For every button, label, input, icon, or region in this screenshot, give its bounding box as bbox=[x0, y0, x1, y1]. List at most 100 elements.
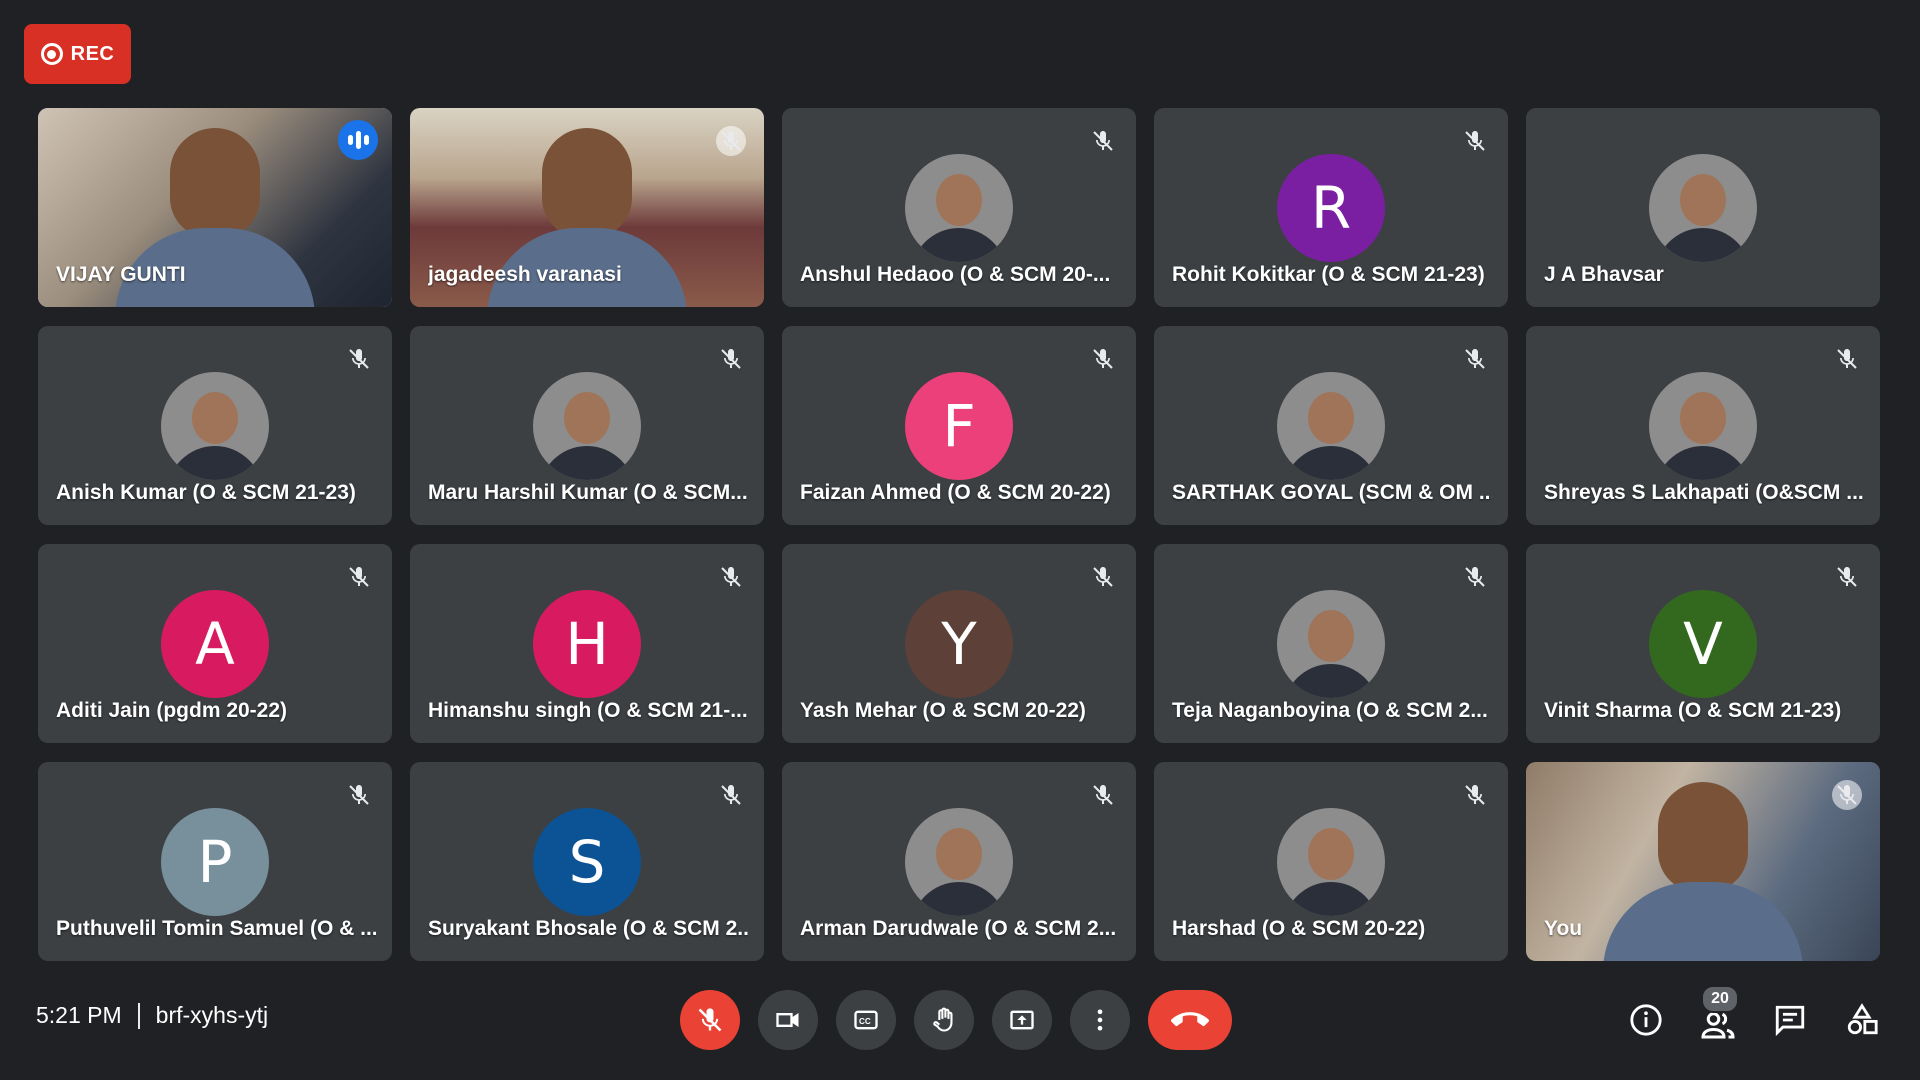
participant-tile[interactable]: jagadeesh varanasi bbox=[410, 108, 764, 307]
recording-label: REC bbox=[70, 42, 115, 65]
leave-call-button[interactable] bbox=[1148, 990, 1232, 1050]
more-options-button[interactable] bbox=[1070, 990, 1130, 1050]
participant-grid: VIJAY GUNTI jagadeesh varanasi Anshul Heda… bbox=[38, 108, 1880, 961]
avatar-photo bbox=[161, 372, 269, 480]
avatar-photo bbox=[1277, 372, 1385, 480]
chat-button[interactable] bbox=[1768, 993, 1812, 1047]
people-count-badge: 20 bbox=[1701, 985, 1739, 1013]
avatar-initial: V bbox=[1649, 590, 1757, 698]
participant-name: SARTHAK GOYAL (SCM & OM ... bbox=[1172, 481, 1492, 504]
meeting-code: brf-xyhs-ytj bbox=[155, 1002, 269, 1028]
bottom-bar: 5:21 PM brf-xyhs-ytj CC 20 bbox=[0, 975, 1920, 1065]
participant-tile[interactable]: You bbox=[1526, 762, 1880, 961]
participant-tile[interactable]: P Puthuvelil Tomin Samuel (O & ... bbox=[38, 762, 392, 961]
participant-name: Himanshu singh (O & SCM 21-... bbox=[428, 699, 748, 722]
captions-icon: CC bbox=[854, 1010, 878, 1030]
mic-off-icon bbox=[716, 780, 746, 810]
chat-icon bbox=[1775, 1005, 1805, 1037]
camera-icon bbox=[776, 1013, 799, 1027]
mic-off-icon bbox=[716, 126, 746, 156]
info-icon bbox=[1630, 1004, 1662, 1036]
participant-name: Suryakant Bhosale (O & SCM 2... bbox=[428, 917, 748, 940]
participant-name: Arman Darudwale (O & SCM 2... bbox=[800, 917, 1117, 940]
people-button[interactable]: 20 bbox=[1696, 985, 1740, 1047]
participant-tile[interactable]: Y Yash Mehar (O & SCM 20-22) bbox=[782, 544, 1136, 743]
participant-name: Anshul Hedaoo (O & SCM 20-... bbox=[800, 263, 1111, 286]
avatar-initial: H bbox=[533, 590, 641, 698]
participant-tile[interactable]: F Faizan Ahmed (O & SCM 20-22) bbox=[782, 326, 1136, 525]
hand-icon bbox=[933, 1007, 953, 1032]
side-panel-controls: 20 bbox=[1624, 985, 1884, 1047]
call-controls: CC bbox=[680, 990, 1232, 1050]
participant-tile[interactable]: Harshad (O & SCM 20-22) bbox=[1154, 762, 1508, 961]
hang-up-icon bbox=[1171, 1012, 1209, 1027]
meeting-info: 5:21 PM brf-xyhs-ytj bbox=[36, 1002, 268, 1029]
avatar-initial: S bbox=[533, 808, 641, 916]
participant-name: Yash Mehar (O & SCM 20-22) bbox=[800, 699, 1086, 722]
participant-name: VIJAY GUNTI bbox=[56, 263, 186, 286]
activities-icon bbox=[1847, 1003, 1878, 1035]
mic-off-icon bbox=[1460, 562, 1490, 592]
participant-tile[interactable]: Anshul Hedaoo (O & SCM 20-... bbox=[782, 108, 1136, 307]
present-button[interactable] bbox=[992, 990, 1052, 1050]
record-icon bbox=[40, 43, 63, 65]
svg-text:CC: CC bbox=[859, 1017, 871, 1026]
participant-name: Harshad (O & SCM 20-22) bbox=[1172, 917, 1426, 940]
captions-button[interactable]: CC bbox=[836, 990, 896, 1050]
mic-off-icon bbox=[1088, 780, 1118, 810]
camera-button[interactable] bbox=[758, 990, 818, 1050]
participant-name: Aditi Jain (pgdm 20-22) bbox=[56, 699, 288, 722]
avatar-photo bbox=[1649, 154, 1757, 262]
mic-off-icon bbox=[1832, 562, 1862, 592]
avatar-initial: R bbox=[1277, 154, 1385, 262]
participant-tile[interactable]: J A Bhavsar bbox=[1526, 108, 1880, 307]
meeting-time: 5:21 PM bbox=[36, 1002, 122, 1028]
participant-name: Vinit Sharma (O & SCM 21-23) bbox=[1544, 699, 1842, 722]
participant-name: Teja Naganboyina (O & SCM 2... bbox=[1172, 699, 1488, 722]
participant-tile[interactable]: Arman Darudwale (O & SCM 2... bbox=[782, 762, 1136, 961]
recording-badge: REC bbox=[24, 24, 131, 84]
participant-tile[interactable]: H Himanshu singh (O & SCM 21-... bbox=[410, 544, 764, 743]
present-screen-icon bbox=[1010, 1010, 1034, 1030]
mic-off-icon bbox=[716, 344, 746, 374]
avatar-photo bbox=[1277, 590, 1385, 698]
mic-off-icon bbox=[1088, 562, 1118, 592]
microphone-button[interactable] bbox=[680, 990, 740, 1050]
participant-name: Maru Harshil Kumar (O & SCM... bbox=[428, 481, 748, 504]
mic-off-icon bbox=[1832, 344, 1862, 374]
mic-off-icon bbox=[344, 562, 374, 592]
avatar-photo bbox=[1277, 808, 1385, 916]
activities-button[interactable] bbox=[1840, 993, 1884, 1047]
participant-tile[interactable]: Maru Harshil Kumar (O & SCM... bbox=[410, 326, 764, 525]
divider bbox=[137, 1002, 140, 1029]
participant-name: Anish Kumar (O & SCM 21-23) bbox=[56, 481, 356, 504]
mic-off-icon bbox=[1460, 780, 1490, 810]
participant-tile[interactable]: R Rohit Kokitkar (O & SCM 21-23) bbox=[1154, 108, 1508, 307]
avatar-initial: Y bbox=[905, 590, 1013, 698]
participant-tile[interactable]: Anish Kumar (O & SCM 21-23) bbox=[38, 326, 392, 525]
meeting-details-button[interactable] bbox=[1624, 993, 1668, 1047]
avatar-photo bbox=[905, 808, 1013, 916]
raise-hand-button[interactable] bbox=[914, 990, 974, 1050]
participant-name: jagadeesh varanasi bbox=[428, 263, 622, 286]
mic-off-icon bbox=[1088, 344, 1118, 374]
avatar-initial: F bbox=[905, 372, 1013, 480]
participant-tile[interactable]: Shreyas S Lakhapati (O&SCM ... bbox=[1526, 326, 1880, 525]
participant-tile[interactable]: A Aditi Jain (pgdm 20-22) bbox=[38, 544, 392, 743]
mic-off-icon bbox=[344, 344, 374, 374]
more-vert-icon bbox=[1097, 1009, 1103, 1031]
participant-name: Faizan Ahmed (O & SCM 20-22) bbox=[800, 481, 1111, 504]
participant-name: You bbox=[1544, 917, 1583, 940]
participant-tile[interactable]: VIJAY GUNTI bbox=[38, 108, 392, 307]
participant-tile[interactable]: SARTHAK GOYAL (SCM & OM ... bbox=[1154, 326, 1508, 525]
avatar-photo bbox=[1649, 372, 1757, 480]
participant-tile[interactable]: Teja Naganboyina (O & SCM 2... bbox=[1154, 544, 1508, 743]
avatar-photo bbox=[905, 154, 1013, 262]
mic-off-icon bbox=[698, 1008, 722, 1032]
participant-name: J A Bhavsar bbox=[1544, 263, 1664, 286]
mic-off-icon bbox=[344, 780, 374, 810]
participant-tile[interactable]: S Suryakant Bhosale (O & SCM 2... bbox=[410, 762, 764, 961]
mic-off-icon bbox=[716, 562, 746, 592]
participant-tile[interactable]: V Vinit Sharma (O & SCM 21-23) bbox=[1526, 544, 1880, 743]
avatar-initial: A bbox=[161, 590, 269, 698]
